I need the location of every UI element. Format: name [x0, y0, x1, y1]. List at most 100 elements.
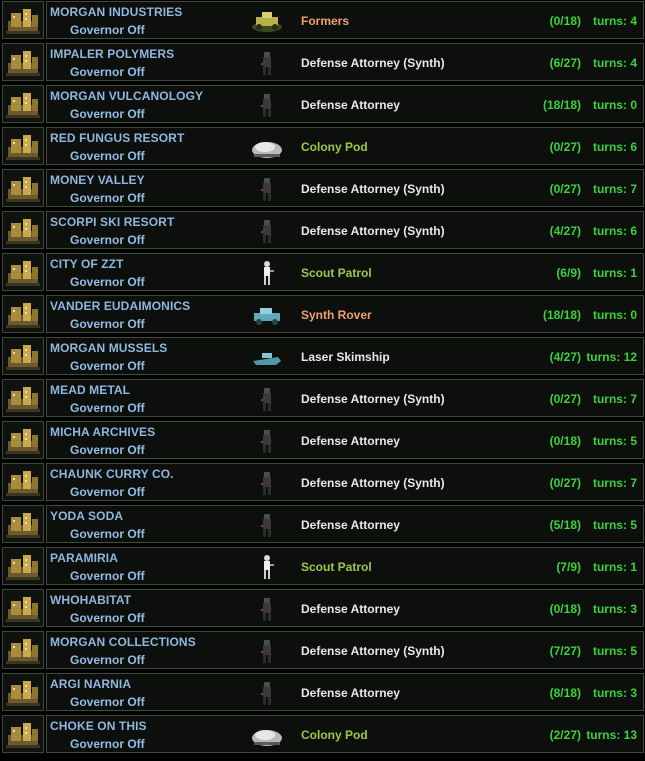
base-name[interactable]: CHOKE ON THIS — [50, 719, 147, 733]
governor-status[interactable]: Governor Off — [70, 65, 145, 79]
base-name[interactable]: MEAD METAL — [50, 383, 130, 397]
governor-status[interactable]: Governor Off — [70, 569, 145, 583]
base-info-panel[interactable]: VANDER EUDAIMONICS Governor Off Synth Ro… — [46, 295, 644, 333]
base-row[interactable]: MORGAN VULCANOLOGY Governor Off Defense … — [0, 84, 645, 125]
governor-status[interactable]: Governor Off — [70, 653, 145, 667]
base-info-panel[interactable]: CHAUNK CURRY CO. Governor Off Defense At… — [46, 463, 644, 501]
base-info-panel[interactable]: MORGAN MUSSELS Governor Off Laser Skimsh… — [46, 337, 644, 375]
base-info-panel[interactable]: MORGAN COLLECTIONS Governor Off Defense … — [46, 631, 644, 669]
base-row[interactable]: WHOHABITAT Governor Off Defense Attorney… — [0, 588, 645, 629]
base-icon-cell[interactable] — [2, 715, 44, 753]
production-unit-name[interactable]: Defense Attorney (Synth) — [301, 224, 445, 238]
governor-status[interactable]: Governor Off — [70, 275, 145, 289]
base-name[interactable]: MICHA ARCHIVES — [50, 425, 155, 439]
base-row[interactable]: VANDER EUDAIMONICS Governor Off Synth Ro… — [0, 294, 645, 335]
base-name[interactable]: MORGAN COLLECTIONS — [50, 635, 196, 649]
base-row[interactable]: MICHA ARCHIVES Governor Off Defense Atto… — [0, 420, 645, 461]
production-unit-name[interactable]: Scout Patrol — [301, 266, 372, 280]
base-info-panel[interactable]: MEAD METAL Governor Off Defense Attorney… — [46, 379, 644, 417]
base-info-panel[interactable]: SCORPI SKI RESORT Governor Off Defense A… — [46, 211, 644, 249]
production-unit-name[interactable]: Defense Attorney — [301, 98, 400, 112]
base-icon-cell[interactable] — [2, 505, 44, 543]
base-info-panel[interactable]: WHOHABITAT Governor Off Defense Attorney… — [46, 589, 644, 627]
base-row[interactable]: CHOKE ON THIS Governor Off Colony Pod (2… — [0, 714, 645, 755]
base-icon-cell[interactable] — [2, 463, 44, 501]
base-row[interactable]: CHAUNK CURRY CO. Governor Off Defense At… — [0, 462, 645, 503]
base-info-panel[interactable]: YODA SODA Governor Off Defense Attorney … — [46, 505, 644, 543]
base-row[interactable]: MORGAN COLLECTIONS Governor Off Defense … — [0, 630, 645, 671]
base-icon-cell[interactable] — [2, 43, 44, 81]
production-unit-name[interactable]: Scout Patrol — [301, 560, 372, 574]
base-icon-cell[interactable] — [2, 337, 44, 375]
base-name[interactable]: MONEY VALLEY — [50, 173, 145, 187]
production-unit-name[interactable]: Defense Attorney — [301, 686, 400, 700]
base-row[interactable]: ARGI NARNIA Governor Off Defense Attorne… — [0, 672, 645, 713]
production-unit-name[interactable]: Defense Attorney (Synth) — [301, 476, 445, 490]
base-name[interactable]: MORGAN VULCANOLOGY — [50, 89, 203, 103]
base-icon-cell[interactable] — [2, 421, 44, 459]
base-icon-cell[interactable] — [2, 631, 44, 669]
base-name[interactable]: VANDER EUDAIMONICS — [50, 299, 190, 313]
production-unit-name[interactable]: Formers — [301, 14, 349, 28]
base-info-panel[interactable]: CITY OF ZZT Governor Off Scout Patrol (6… — [46, 253, 644, 291]
governor-status[interactable]: Governor Off — [70, 107, 145, 121]
governor-status[interactable]: Governor Off — [70, 191, 145, 205]
governor-status[interactable]: Governor Off — [70, 359, 145, 373]
production-unit-name[interactable]: Colony Pod — [301, 140, 368, 154]
base-name[interactable]: CHAUNK CURRY CO. — [50, 467, 174, 481]
production-unit-name[interactable]: Defense Attorney — [301, 518, 400, 532]
base-icon-cell[interactable] — [2, 295, 44, 333]
base-info-panel[interactable]: MORGAN VULCANOLOGY Governor Off Defense … — [46, 85, 644, 123]
base-info-panel[interactable]: CHOKE ON THIS Governor Off Colony Pod (2… — [46, 715, 644, 753]
base-row[interactable]: MORGAN MUSSELS Governor Off Laser Skimsh… — [0, 336, 645, 377]
base-name[interactable]: ARGI NARNIA — [50, 677, 131, 691]
base-row[interactable]: SCORPI SKI RESORT Governor Off Defense A… — [0, 210, 645, 251]
base-name[interactable]: CITY OF ZZT — [50, 257, 124, 271]
base-icon-cell[interactable] — [2, 127, 44, 165]
production-unit-name[interactable]: Defense Attorney — [301, 602, 400, 616]
base-row[interactable]: MONEY VALLEY Governor Off Defense Attorn… — [0, 168, 645, 209]
base-info-panel[interactable]: PARAMIRIA Governor Off Scout Patrol (7/9… — [46, 547, 644, 585]
base-icon-cell[interactable] — [2, 253, 44, 291]
production-unit-name[interactable]: Laser Skimship — [301, 350, 390, 364]
base-icon-cell[interactable] — [2, 379, 44, 417]
base-info-panel[interactable]: IMPALER POLYMERS Governor Off Defense At… — [46, 43, 644, 81]
governor-status[interactable]: Governor Off — [70, 737, 145, 751]
base-row[interactable]: CITY OF ZZT Governor Off Scout Patrol (6… — [0, 252, 645, 293]
base-row[interactable]: MORGAN INDUSTRIES Governor Off Formers (… — [0, 0, 645, 41]
base-name[interactable]: SCORPI SKI RESORT — [50, 215, 174, 229]
governor-status[interactable]: Governor Off — [70, 233, 145, 247]
production-unit-name[interactable]: Defense Attorney (Synth) — [301, 56, 445, 70]
base-name[interactable]: WHOHABITAT — [50, 593, 131, 607]
production-unit-name[interactable]: Defense Attorney (Synth) — [301, 644, 445, 658]
base-row[interactable]: IMPALER POLYMERS Governor Off Defense At… — [0, 42, 645, 83]
base-row[interactable]: YODA SODA Governor Off Defense Attorney … — [0, 504, 645, 545]
base-icon-cell[interactable] — [2, 673, 44, 711]
base-row[interactable]: MEAD METAL Governor Off Defense Attorney… — [0, 378, 645, 419]
governor-status[interactable]: Governor Off — [70, 695, 145, 709]
base-name[interactable]: IMPALER POLYMERS — [50, 47, 174, 61]
base-row[interactable]: RED FUNGUS RESORT Governor Off Colony Po… — [0, 126, 645, 167]
base-row[interactable]: PARAMIRIA Governor Off Scout Patrol (7/9… — [0, 546, 645, 587]
base-icon-cell[interactable] — [2, 211, 44, 249]
governor-status[interactable]: Governor Off — [70, 149, 145, 163]
production-unit-name[interactable]: Defense Attorney (Synth) — [301, 392, 445, 406]
production-unit-name[interactable]: Defense Attorney (Synth) — [301, 182, 445, 196]
base-name[interactable]: MORGAN MUSSELS — [50, 341, 167, 355]
base-name[interactable]: MORGAN INDUSTRIES — [50, 5, 182, 19]
governor-status[interactable]: Governor Off — [70, 611, 145, 625]
governor-status[interactable]: Governor Off — [70, 527, 145, 541]
base-icon-cell[interactable] — [2, 1, 44, 39]
base-icon-cell[interactable] — [2, 169, 44, 207]
production-unit-name[interactable]: Colony Pod — [301, 728, 368, 742]
base-info-panel[interactable]: MONEY VALLEY Governor Off Defense Attorn… — [46, 169, 644, 207]
base-name[interactable]: RED FUNGUS RESORT — [50, 131, 184, 145]
governor-status[interactable]: Governor Off — [70, 443, 145, 457]
production-unit-name[interactable]: Defense Attorney — [301, 434, 400, 448]
governor-status[interactable]: Governor Off — [70, 401, 145, 415]
base-icon-cell[interactable] — [2, 547, 44, 585]
base-icon-cell[interactable] — [2, 85, 44, 123]
production-unit-name[interactable]: Synth Rover — [301, 308, 372, 322]
base-icon-cell[interactable] — [2, 589, 44, 627]
base-info-panel[interactable]: MICHA ARCHIVES Governor Off Defense Atto… — [46, 421, 644, 459]
